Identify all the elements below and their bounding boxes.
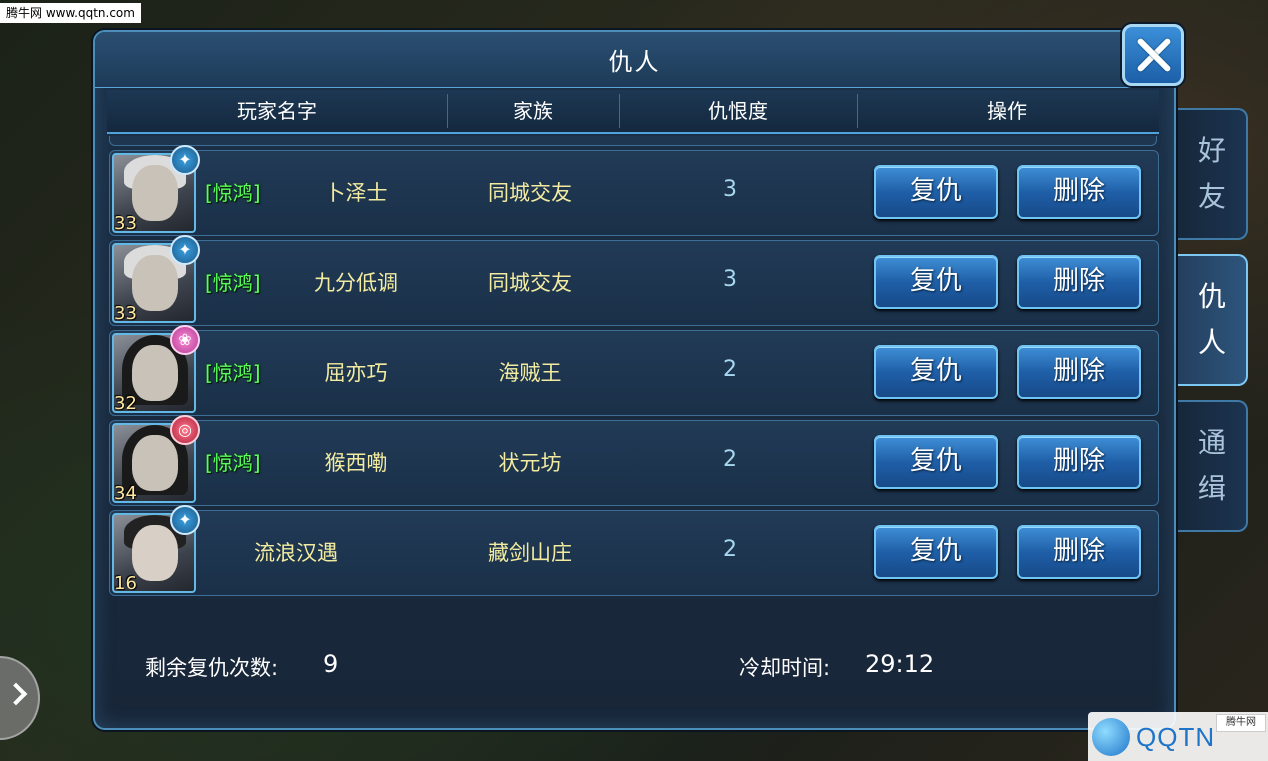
logo-mini-label: 腾牛网 bbox=[1216, 714, 1266, 732]
tab-wanted-char: 通 bbox=[1197, 426, 1226, 459]
hate-level: 2 bbox=[723, 357, 737, 382]
spiral-emblem-icon: ◎ bbox=[170, 415, 200, 445]
revenge-button[interactable]: 复仇 bbox=[874, 525, 998, 579]
enemy-row: 33 ✦ [惊鸿] 卜泽士 同城交友 3 复仇 删除 bbox=[109, 145, 1159, 236]
avatar-face bbox=[132, 435, 178, 491]
tab-enemies-char: 仇 bbox=[1197, 280, 1226, 313]
hate-level: 2 bbox=[723, 447, 737, 472]
remaining-revenge-count: 9 bbox=[323, 650, 339, 678]
dialog-title-bar: 仇人 bbox=[95, 32, 1174, 88]
player-level: 33 bbox=[114, 213, 137, 233]
enemy-row: 33 ✦ [惊鸿] 九分低调 同城交友 3 复仇 删除 bbox=[109, 235, 1159, 326]
player-family: 同城交友 bbox=[488, 181, 572, 205]
avatar-face bbox=[132, 255, 178, 311]
lotus-emblem-icon: ❀ bbox=[170, 325, 200, 355]
hate-level: 2 bbox=[723, 537, 737, 562]
watermark-logo: QQTN 腾牛网 bbox=[1088, 712, 1268, 761]
revenge-button[interactable]: 复仇 bbox=[874, 435, 998, 489]
dialog-title: 仇人 bbox=[608, 48, 661, 76]
hate-level: 3 bbox=[723, 267, 737, 292]
faction-emblem-icon: ✦ bbox=[170, 505, 200, 535]
revenge-button[interactable]: 复仇 bbox=[874, 345, 998, 399]
delete-button[interactable]: 删除 bbox=[1017, 435, 1141, 489]
tab-friends-char: 友 bbox=[1197, 180, 1226, 213]
expand-side-button[interactable] bbox=[0, 656, 40, 740]
delete-button[interactable]: 删除 bbox=[1017, 525, 1141, 579]
guild-tag: [惊鸿] bbox=[205, 271, 261, 295]
guild-tag: [惊鸿] bbox=[205, 181, 261, 205]
delete-button[interactable]: 删除 bbox=[1017, 345, 1141, 399]
player-name: 猴西嘞 bbox=[324, 451, 388, 475]
column-header-action: 操作 bbox=[987, 99, 1027, 123]
hate-level: 3 bbox=[723, 177, 737, 202]
avatar-face bbox=[132, 345, 178, 401]
faction-emblem-icon: ✦ bbox=[170, 235, 200, 265]
logo-mascot-icon bbox=[1092, 718, 1130, 756]
column-header-family: 家族 bbox=[513, 99, 553, 123]
enemies-dialog: 仇人 玩家名字 家族 仇恨度 操作 33 ✦ [惊鸿] 卜泽士 同城交友 3 复… bbox=[93, 30, 1176, 730]
player-family: 同城交友 bbox=[488, 271, 572, 295]
tab-wanted-char: 缉 bbox=[1197, 472, 1226, 505]
player-family: 状元坊 bbox=[498, 451, 562, 475]
player-family: 藏剑山庄 bbox=[488, 541, 572, 565]
watermark-top: 腾牛网 www.qqtn.com bbox=[0, 3, 141, 23]
table-header: 玩家名字 家族 仇恨度 操作 bbox=[107, 90, 1159, 134]
guild-tag: [惊鸿] bbox=[205, 451, 261, 475]
previous-row-edge bbox=[109, 136, 1157, 146]
tab-friends[interactable]: 好 友 bbox=[1178, 108, 1248, 240]
revenge-button[interactable]: 复仇 bbox=[874, 255, 998, 309]
enemy-row: 16 ✦ 流浪汉遇 藏剑山庄 2 复仇 删除 bbox=[109, 505, 1159, 596]
player-level: 16 bbox=[114, 573, 137, 593]
column-header-hate: 仇恨度 bbox=[708, 99, 768, 123]
player-name: 九分低调 bbox=[314, 271, 398, 295]
avatar-face bbox=[132, 525, 178, 581]
logo-text: QQTN bbox=[1136, 722, 1216, 752]
player-level: 34 bbox=[114, 483, 137, 503]
chevron-right-icon bbox=[4, 682, 28, 706]
cooldown-label: 冷却时间: bbox=[739, 656, 831, 680]
guild-tag: [惊鸿] bbox=[205, 361, 261, 385]
tab-friends-char: 好 bbox=[1197, 134, 1226, 167]
delete-button[interactable]: 删除 bbox=[1017, 165, 1141, 219]
player-family: 海贼王 bbox=[498, 361, 562, 385]
enemy-list[interactable]: 33 ✦ [惊鸿] 卜泽士 同城交友 3 复仇 删除 33 ✦ [惊鸿] 九分低… bbox=[109, 136, 1161, 606]
close-icon[interactable] bbox=[1122, 24, 1184, 86]
player-level: 32 bbox=[114, 393, 137, 413]
enemy-row: 32 ❀ [惊鸿] 屈亦巧 海贼王 2 复仇 删除 bbox=[109, 325, 1159, 416]
tab-wanted[interactable]: 通 缉 bbox=[1178, 400, 1248, 532]
player-name: 屈亦巧 bbox=[324, 361, 388, 385]
cooldown-timer: 29:12 bbox=[865, 650, 935, 678]
player-name: 卜泽士 bbox=[324, 181, 388, 205]
player-name: 流浪汉遇 bbox=[254, 541, 338, 565]
player-level: 33 bbox=[114, 303, 137, 323]
remaining-revenge-label: 剩余复仇次数: bbox=[145, 656, 279, 680]
delete-button[interactable]: 删除 bbox=[1017, 255, 1141, 309]
column-header-player: 玩家名字 bbox=[237, 99, 317, 123]
tab-enemies-char: 人 bbox=[1197, 326, 1226, 359]
revenge-button[interactable]: 复仇 bbox=[874, 165, 998, 219]
faction-emblem-icon: ✦ bbox=[170, 145, 200, 175]
tab-enemies[interactable]: 仇 人 bbox=[1178, 254, 1248, 386]
avatar-face bbox=[132, 165, 178, 221]
enemy-row: 34 ◎ [惊鸿] 猴西嘞 状元坊 2 复仇 删除 bbox=[109, 415, 1159, 506]
